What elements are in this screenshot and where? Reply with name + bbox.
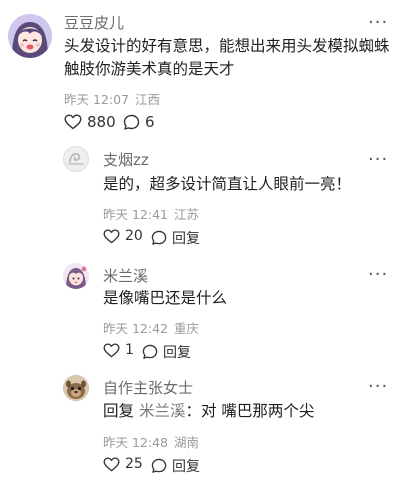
location: 重庆 xyxy=(174,321,200,336)
reply-count-button[interactable]: 6 xyxy=(123,113,155,131)
avatar[interactable] xyxy=(63,263,89,289)
location: 江苏 xyxy=(174,207,200,222)
comment-bubble-icon xyxy=(123,114,140,130)
more-options-button[interactable]: ··· xyxy=(368,14,388,32)
comment-text-line: 触肢你游美术真的是天才 xyxy=(64,60,235,78)
reply-body: 对 嘴巴那两个尖 xyxy=(200,402,315,420)
comment-bubble-icon xyxy=(151,458,167,473)
anime-character-avatar-icon xyxy=(63,263,89,289)
avatar[interactable] xyxy=(63,375,89,401)
timestamp: 昨天 12:41 xyxy=(103,207,168,222)
heart-icon xyxy=(103,342,120,357)
reply-count: 6 xyxy=(145,113,155,131)
comment-text-line: 头发设计的好有意思，能想出来用头发模拟蜘蛛 xyxy=(64,37,390,55)
reply-label: 回复 xyxy=(163,345,191,361)
reply-meta: 昨天 12:41 江苏 xyxy=(103,204,199,223)
location: 江西 xyxy=(135,92,161,107)
location: 湖南 xyxy=(174,435,200,450)
timestamp: 昨天 12:07 xyxy=(64,92,129,107)
more-options-button[interactable]: ··· xyxy=(368,378,388,396)
avatar[interactable] xyxy=(8,14,52,58)
timestamp: 昨天 12:48 xyxy=(103,435,168,450)
like-button[interactable]: 1 xyxy=(103,342,134,358)
reply-text: 回复 米兰溪：对 嘴巴那两个尖 xyxy=(103,400,314,423)
reply-meta: 昨天 12:48 湖南 xyxy=(103,432,199,451)
like-button[interactable]: 880 xyxy=(64,113,116,131)
avatar[interactable] xyxy=(63,146,89,172)
like-button[interactable]: 25 xyxy=(103,456,143,472)
more-options-button[interactable]: ··· xyxy=(368,266,388,284)
reply-text: 是的，超多设计简直让人眼前一亮！ xyxy=(103,175,352,193)
heart-icon xyxy=(64,114,82,130)
comment-bubble-icon xyxy=(142,344,158,359)
reply-button[interactable]: 回复 xyxy=(151,456,200,476)
like-count: 25 xyxy=(125,456,143,472)
reply-button[interactable]: 回复 xyxy=(151,228,200,248)
reply-meta: 昨天 12:42 重庆 xyxy=(103,318,199,337)
like-button[interactable]: 20 xyxy=(103,228,143,244)
pet-photo-avatar-icon xyxy=(63,375,89,401)
reply-text: 是像嘴巴还是什么 xyxy=(103,289,228,307)
username[interactable]: 米兰溪 xyxy=(103,265,148,286)
separator: ： xyxy=(185,402,201,420)
heart-icon xyxy=(103,228,120,243)
like-count: 1 xyxy=(125,342,134,358)
like-count: 880 xyxy=(87,113,116,131)
comment-bubble-icon xyxy=(151,230,167,245)
more-options-button[interactable]: ··· xyxy=(368,151,388,169)
timestamp: 昨天 12:42 xyxy=(103,321,168,336)
reply-prefix: 回复 xyxy=(103,402,135,420)
comment-text: 头发设计的好有意思，能想出来用头发模拟蜘蛛 触肢你游美术真的是天才 xyxy=(64,35,390,81)
comment-meta: 昨天 12:07 江西 xyxy=(64,89,160,108)
reply-label: 回复 xyxy=(172,459,200,475)
username[interactable]: 支烟zz xyxy=(103,149,149,170)
username[interactable]: 自作主张女士 xyxy=(103,377,193,398)
reply-button[interactable]: 回复 xyxy=(142,342,191,362)
heart-icon xyxy=(103,456,120,471)
mention-link[interactable]: 米兰溪 xyxy=(139,402,186,420)
like-count: 20 xyxy=(125,228,143,244)
username[interactable]: 豆豆皮儿 xyxy=(64,12,124,33)
anime-girl-avatar-icon xyxy=(8,14,52,58)
gray-swirl-avatar-icon xyxy=(64,147,88,171)
reply-label: 回复 xyxy=(172,231,200,247)
